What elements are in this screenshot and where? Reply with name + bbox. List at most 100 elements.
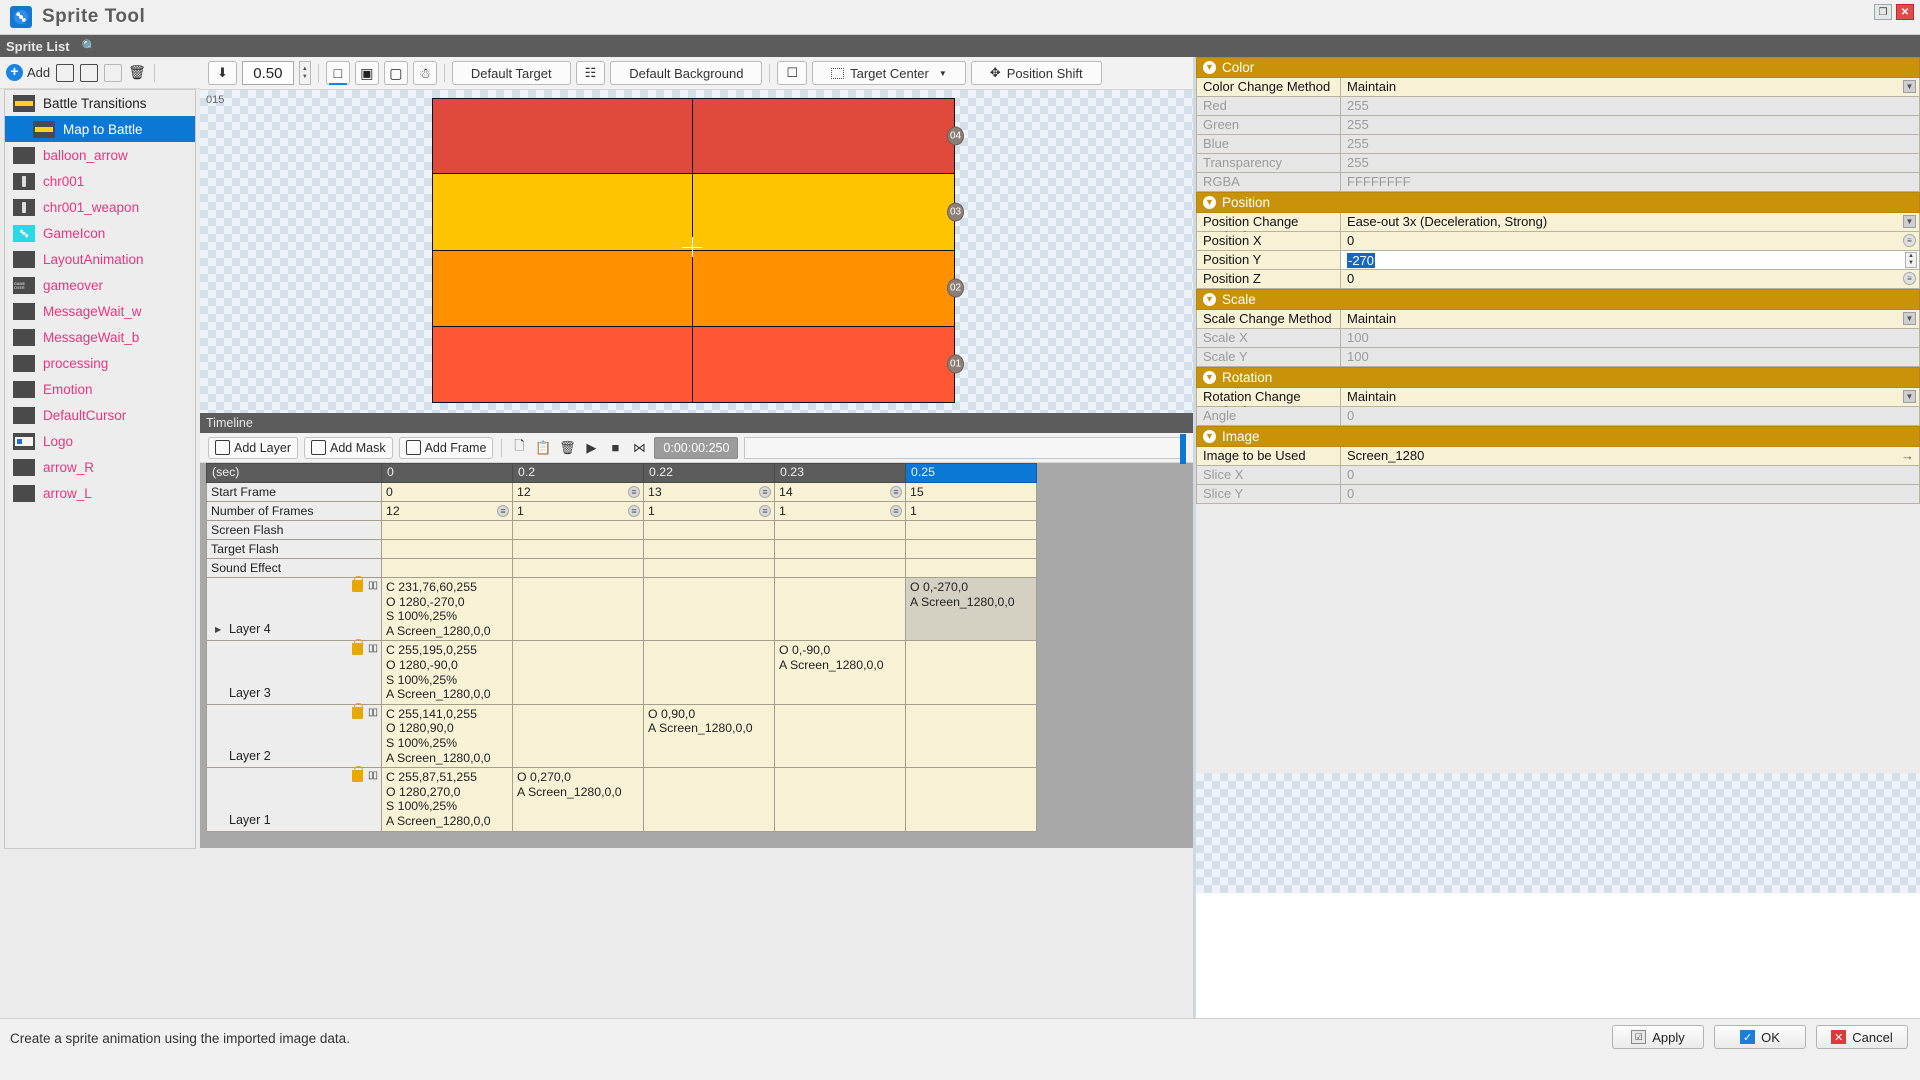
fit-to-window-icon[interactable]: ⬇ <box>208 61 237 85</box>
link-icon[interactable]: ▯▯ <box>368 770 377 782</box>
timeline-keyframe-cell[interactable] <box>775 704 906 767</box>
timeline-cell[interactable]: 15 <box>906 483 1037 502</box>
canvas-band-01[interactable]: 01 <box>432 327 955 403</box>
timeline-keyframe-cell[interactable] <box>644 768 775 831</box>
timeline-keyframe-cell[interactable]: C 231,76,60,255O 1280,-270,0S 100%,25%A … <box>382 578 513 641</box>
sidebar-item-messagewait-w[interactable]: MessageWait_w <box>5 298 195 324</box>
timeline-col-0.2[interactable]: 0.2 <box>513 464 644 483</box>
timeline-cell[interactable] <box>906 559 1037 578</box>
timeline-keyframe-cell[interactable] <box>906 641 1037 704</box>
ok-button[interactable]: ✓ OK <box>1714 1025 1806 1049</box>
property-row-color-change-method[interactable]: Color Change MethodMaintain▼ <box>1196 78 1920 97</box>
chevron-down-icon[interactable]: ▼ <box>1903 390 1916 403</box>
sidebar-item-balloon-arrow[interactable]: balloon_arrow <box>5 142 195 168</box>
property-row-scale-change-method[interactable]: Scale Change MethodMaintain▼ <box>1196 310 1920 329</box>
timeline-cell[interactable]: 14≡ <box>775 483 906 502</box>
sidebar-item-processing[interactable]: processing <box>5 350 195 376</box>
property-row-position-z[interactable]: Position Z0≡ <box>1196 270 1920 289</box>
sidebar-item-gameover[interactable]: gameover <box>5 272 195 298</box>
cell-stepper[interactable]: ≡ <box>759 486 771 498</box>
sidebar-item-chr001-weapon[interactable]: chr001_weapon <box>5 194 195 220</box>
value-stepper[interactable]: ▲▼ <box>1905 252 1917 268</box>
timeline-table[interactable]: (sec)00.20.220.230.25 Start Frame012≡13≡… <box>206 463 1037 832</box>
property-row-position-y[interactable]: Position Y-270▲▼ <box>1196 251 1920 270</box>
window-controls[interactable]: ❐ ✕ <box>1874 4 1914 20</box>
search-icon[interactable]: 🔍 <box>82 39 97 53</box>
expand-arrow-icon[interactable]: ▶ <box>215 625 221 634</box>
property-group-color[interactable]: ▼Color <box>1196 57 1920 78</box>
timeline-keyframe-cell[interactable] <box>906 704 1037 767</box>
timeline-cell[interactable] <box>775 521 906 540</box>
timeline-keyframe-cell[interactable] <box>513 578 644 641</box>
timeline-keyframe-cell[interactable] <box>644 578 775 641</box>
timeline-keyframe-cell[interactable]: O 0,-270,0A Screen_1280,0,0 <box>906 578 1037 641</box>
add-layer-button[interactable]: Add Layer <box>208 437 298 459</box>
property-group-image[interactable]: ▼Image <box>1196 426 1920 447</box>
sidebar-item-emotion[interactable]: Emotion <box>5 376 195 402</box>
cell-stepper[interactable]: ≡ <box>628 505 640 517</box>
playhead[interactable] <box>1180 434 1186 464</box>
sidebar-item-logo[interactable]: Logo <box>5 428 195 454</box>
timeline-keyframe-cell[interactable]: C 255,87,51,255O 1280,270,0S 100%,25%A S… <box>382 768 513 831</box>
property-group-position[interactable]: ▼Position <box>1196 192 1920 213</box>
timeline-col-0.23[interactable]: 0.23 <box>775 464 906 483</box>
sidebar-item-chr001[interactable]: chr001 <box>5 168 195 194</box>
selected-text[interactable]: -270 <box>1347 253 1375 268</box>
timeline-cell[interactable] <box>644 540 775 559</box>
timeline-cell[interactable]: 13≡ <box>644 483 775 502</box>
unlocked-icon[interactable] <box>352 770 363 782</box>
link-icon[interactable]: ▯▯ <box>368 707 377 719</box>
sprite-list[interactable]: Battle TransitionsMap to Battleballoon_a… <box>4 89 196 849</box>
add-mask-button[interactable]: Add Mask <box>304 437 393 459</box>
timeline-col-label[interactable]: (sec) <box>207 464 382 483</box>
timeline-cell[interactable] <box>382 559 513 578</box>
canvas-band-02[interactable]: 02 <box>432 251 955 327</box>
sidebar-item-gameicon[interactable]: GameIcon <box>5 220 195 246</box>
timeline-layer-label[interactable]: ▯▯Layer 2 <box>207 704 382 767</box>
canvas-band-04[interactable]: 04 <box>432 98 955 174</box>
timeline-keyframe-cell[interactable] <box>513 704 644 767</box>
property-value[interactable]: Ease-out 3x (Deceleration, Strong)▼ <box>1341 213 1919 231</box>
target-grid-icon[interactable]: ▣ <box>355 61 379 85</box>
selection-marquee-icon[interactable]: ☐ <box>777 61 807 85</box>
zoom-value[interactable]: 0.50 <box>242 61 294 85</box>
chevron-down-icon[interactable]: ▼ <box>1903 80 1916 93</box>
timeline-cell[interactable] <box>644 559 775 578</box>
copy-icon[interactable]: 🗋 <box>510 439 528 457</box>
loop-icon[interactable]: ⋈ <box>630 439 648 457</box>
timeline-cell[interactable]: 1≡ <box>775 502 906 521</box>
close-button[interactable]: ✕ <box>1896 4 1914 20</box>
property-value[interactable]: Maintain▼ <box>1341 388 1919 406</box>
timeline-cell[interactable] <box>513 540 644 559</box>
timeline-keyframe-cell[interactable] <box>775 768 906 831</box>
property-value[interactable]: 0≡ <box>1341 232 1919 250</box>
link-icon[interactable]: ▯▯ <box>368 643 377 655</box>
property-value[interactable]: Maintain▼ <box>1341 310 1919 328</box>
cell-stepper[interactable]: ≡ <box>890 505 902 517</box>
timeline-layer-label[interactable]: ▯▯Layer 3 <box>207 641 382 704</box>
actor-icon[interactable]: ☃ <box>413 61 437 85</box>
property-value[interactable]: Maintain▼ <box>1341 78 1919 96</box>
copy-icon[interactable] <box>80 64 98 82</box>
sidebar-item-defaultcursor[interactable]: DefaultCursor <box>5 402 195 428</box>
timeline-rows[interactable]: Start Frame012≡13≡14≡15Number of Frames1… <box>207 483 1037 832</box>
timeline-keyframe-cell[interactable]: O 0,270,0A Screen_1280,0,0 <box>513 768 644 831</box>
apply-button[interactable]: ☑ Apply <box>1612 1025 1704 1049</box>
cell-stepper[interactable]: ≡ <box>497 505 509 517</box>
timeline-keyframe-cell[interactable] <box>775 578 906 641</box>
timeline-keyframe-cell[interactable] <box>906 768 1037 831</box>
zoom-stepper[interactable]: ▲▼ <box>299 61 311 85</box>
sidebar-item-arrow-r[interactable]: arrow_R <box>5 454 195 480</box>
sidebar-item-battle-transitions[interactable]: Battle Transitions <box>5 90 195 116</box>
property-row-position-change-method[interactable]: Position Change MethodEase-out 3x (Decel… <box>1196 213 1920 232</box>
position-shift-button[interactable]: ✥ Position Shift <box>971 61 1102 85</box>
layer-handle-04[interactable]: 04 <box>947 127 964 146</box>
timeline-keyframe-cell[interactable] <box>513 641 644 704</box>
screen-frame-icon[interactable]: □ <box>326 61 350 85</box>
target-info-icon[interactable]: ▢ <box>384 61 408 85</box>
property-group-rotation[interactable]: ▼Rotation <box>1196 367 1920 388</box>
timeline-cell[interactable]: 12≡ <box>513 483 644 502</box>
timeline-keyframe-cell[interactable]: C 255,195,0,255O 1280,-90,0S 100%,25%A S… <box>382 641 513 704</box>
open-picker-icon[interactable]: → <box>1901 448 1914 463</box>
timeline-cell[interactable]: 1≡ <box>644 502 775 521</box>
